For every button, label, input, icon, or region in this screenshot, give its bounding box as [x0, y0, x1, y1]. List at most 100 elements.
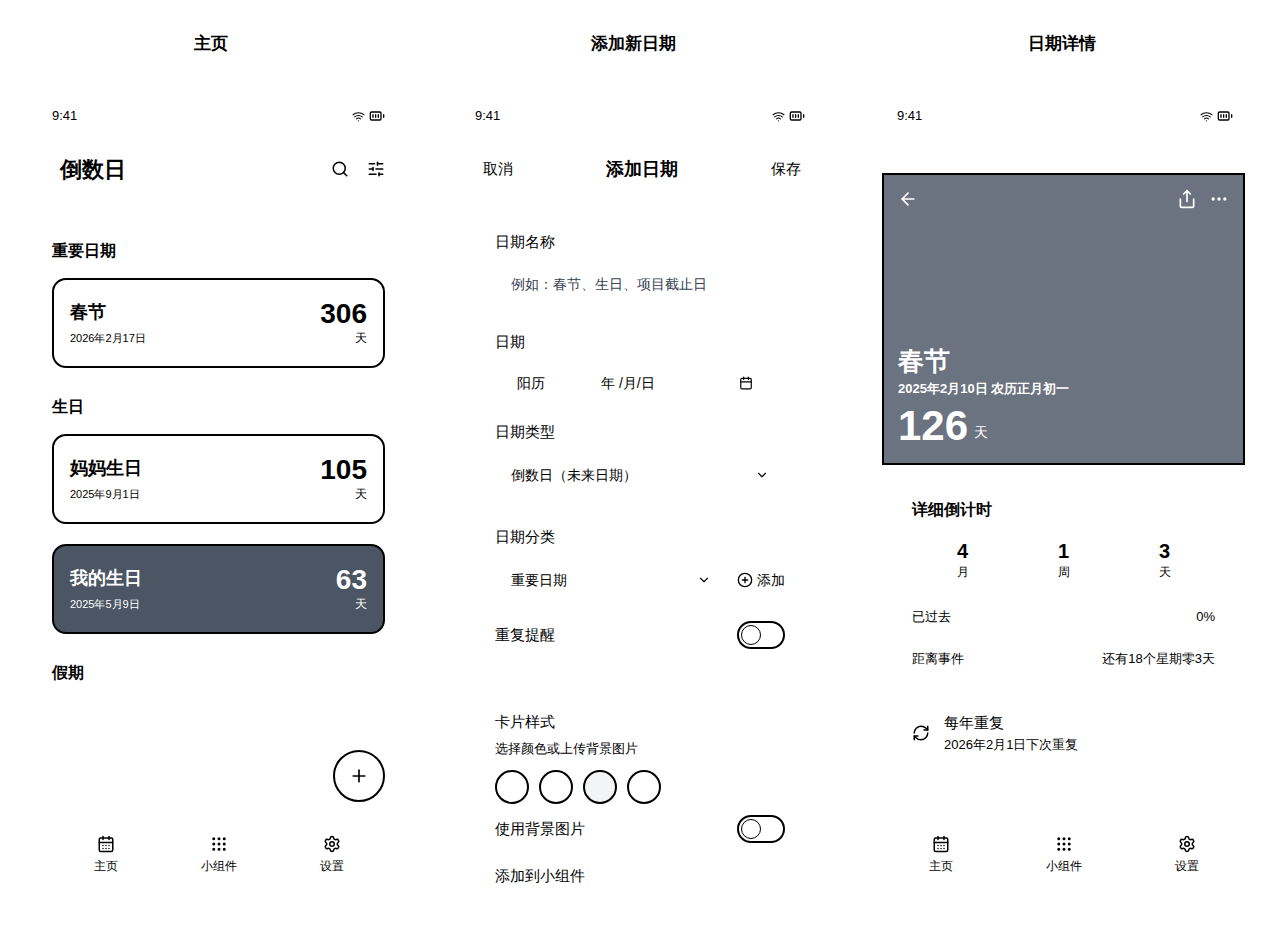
add-button[interactable]	[333, 750, 385, 802]
section-title: 重要日期	[52, 240, 385, 262]
add-title: 添加日期	[606, 156, 678, 183]
date-card[interactable]: 我的生日 2025年5月9日 63天	[52, 544, 385, 634]
add-screen: 添加新日期9:41取消添加日期保存日期名称例如：春节、生日、项目截止日日期阳历年…	[422, 0, 844, 930]
status-time: 9:41	[475, 106, 500, 126]
countdown-title: 详细倒计时	[912, 499, 1215, 521]
nav-item[interactable]: 主页	[88, 835, 124, 875]
field-label: 重复提醒	[495, 625, 555, 645]
nav-item[interactable]: 小组件	[1040, 835, 1088, 875]
card-date: 2026年2月17日	[70, 330, 146, 347]
calendar-icon	[932, 835, 950, 853]
status-bar: 9:41	[475, 88, 805, 144]
grid-icon	[210, 835, 228, 853]
detail-hero: 春节2025年2月10日 农历正月初一 126 天	[882, 173, 1245, 465]
field-label: 添加到小组件	[495, 866, 785, 886]
stat-row: 距离事件还有18个星期零3天	[912, 649, 1215, 669]
save-button[interactable]: 保存	[771, 158, 805, 181]
card-days: 105	[320, 455, 367, 486]
plus-icon	[349, 766, 369, 786]
category-select[interactable]: 重要日期	[511, 570, 737, 590]
color-option[interactable]	[539, 770, 573, 804]
card-name: 春节	[70, 299, 146, 326]
gear-icon	[323, 835, 341, 853]
color-options	[495, 770, 785, 804]
color-option[interactable]	[583, 770, 617, 804]
calendar-icon[interactable]	[739, 376, 753, 390]
color-option[interactable]	[495, 770, 529, 804]
toggle-switch[interactable]	[737, 815, 785, 843]
add-category-button[interactable]: 添加	[737, 570, 785, 590]
date-section: 生日妈妈生日2025年9月1日105天我的生日2025年5月9日63天	[52, 396, 385, 634]
status-time: 9:41	[52, 106, 77, 126]
card-days: 306	[320, 299, 367, 330]
plus-circle-icon	[737, 572, 753, 588]
toggle-knob	[741, 819, 761, 839]
bottom-nav: 主页 小组件 设置	[882, 835, 1245, 875]
more-icon[interactable]	[1209, 189, 1229, 209]
search-icon[interactable]	[331, 160, 349, 178]
status-bar: 9:41	[897, 88, 1233, 144]
repeat-info: 每年重复2026年2月1日下次重复	[912, 712, 1215, 754]
stat-row: 已过去0%	[912, 607, 1215, 627]
back-icon[interactable]	[898, 189, 918, 209]
grid-icon	[1055, 835, 1073, 853]
repeat-row: 重复提醒	[495, 620, 785, 650]
card-unit: 天	[355, 485, 367, 503]
wifi-icon	[352, 110, 365, 123]
card-date: 2025年5月9日	[70, 596, 142, 613]
share-icon[interactable]	[1177, 189, 1197, 209]
filter-icon[interactable]	[367, 160, 385, 178]
event-date: 2025年2月10日 农历正月初一	[898, 379, 1229, 399]
status-bar: 9:41	[52, 88, 385, 144]
cancel-button[interactable]: 取消	[475, 158, 513, 181]
battery-icon	[789, 108, 805, 124]
card-unit: 天	[355, 329, 367, 347]
calendar-type[interactable]: 阳历	[517, 373, 601, 393]
repeat-icon	[912, 724, 930, 742]
toggle-switch[interactable]	[737, 621, 785, 649]
home-screen: 主页9:41倒数日重要日期春节2026年2月17日306天生日妈妈生日2025年…	[0, 0, 422, 930]
nav-item[interactable]: 小组件	[195, 835, 243, 875]
date-placeholder: 年 /月/日	[601, 373, 739, 393]
detail-screen: 日期详情9:41 春节2025年2月10日 农历正月初一 126 天详细倒计时 4月1周…	[844, 0, 1280, 930]
event-name: 春节	[898, 346, 1229, 377]
screen-caption: 日期详情	[844, 0, 1280, 88]
section-title: 生日	[52, 396, 385, 418]
home-header: 倒数日	[52, 144, 385, 194]
screen-caption: 添加新日期	[422, 0, 844, 88]
wifi-icon	[1200, 110, 1213, 123]
breakdown-item: 1周	[1013, 539, 1114, 581]
date-card[interactable]: 春节 2026年2月17日 306天	[52, 278, 385, 368]
breakdown-item: 3天	[1114, 539, 1215, 581]
mockup-page: 主页9:41倒数日重要日期春节2026年2月17日306天生日妈妈生日2025年…	[0, 0, 1280, 930]
card-unit: 天	[355, 595, 367, 613]
nav-item[interactable]: 设置	[1169, 835, 1205, 875]
card-name: 我的生日	[70, 565, 142, 592]
bottom-nav: 主页 小组件 设置	[52, 835, 385, 875]
card-name: 妈妈生日	[70, 455, 142, 482]
date-section: 重要日期春节 2026年2月17日 306天	[52, 240, 385, 368]
countdown-breakdown: 4月1周3天	[912, 539, 1215, 581]
gear-icon	[1178, 835, 1196, 853]
nav-item[interactable]: 主页	[923, 835, 959, 875]
event-days: 126	[898, 403, 968, 449]
background-row: 使用背景图片	[495, 814, 785, 844]
field-label: 日期分类	[495, 527, 785, 547]
date-card[interactable]: 妈妈生日2025年9月1日105天	[52, 434, 385, 524]
date-section: 假期	[52, 662, 385, 700]
nav-item[interactable]: 设置	[314, 835, 350, 875]
date-input[interactable]: 阳历年 /月/日	[495, 373, 785, 393]
wifi-icon	[772, 110, 785, 123]
calendar-icon	[97, 835, 115, 853]
style-hint: 选择颜色或上传背景图片	[495, 740, 785, 758]
field-label: 日期名称	[495, 232, 785, 252]
name-input[interactable]: 例如：春节、生日、项目截止日	[495, 274, 785, 294]
card-days: 63	[336, 565, 367, 596]
field-label: 日期类型	[495, 422, 785, 442]
type-select[interactable]: 倒数日（未来日期）	[495, 465, 785, 485]
add-header: 取消 添加日期 保存	[475, 144, 805, 194]
color-option[interactable]	[627, 770, 661, 804]
event-unit: 天	[974, 422, 988, 443]
field-label: 使用背景图片	[495, 819, 585, 839]
battery-icon	[1217, 108, 1233, 124]
